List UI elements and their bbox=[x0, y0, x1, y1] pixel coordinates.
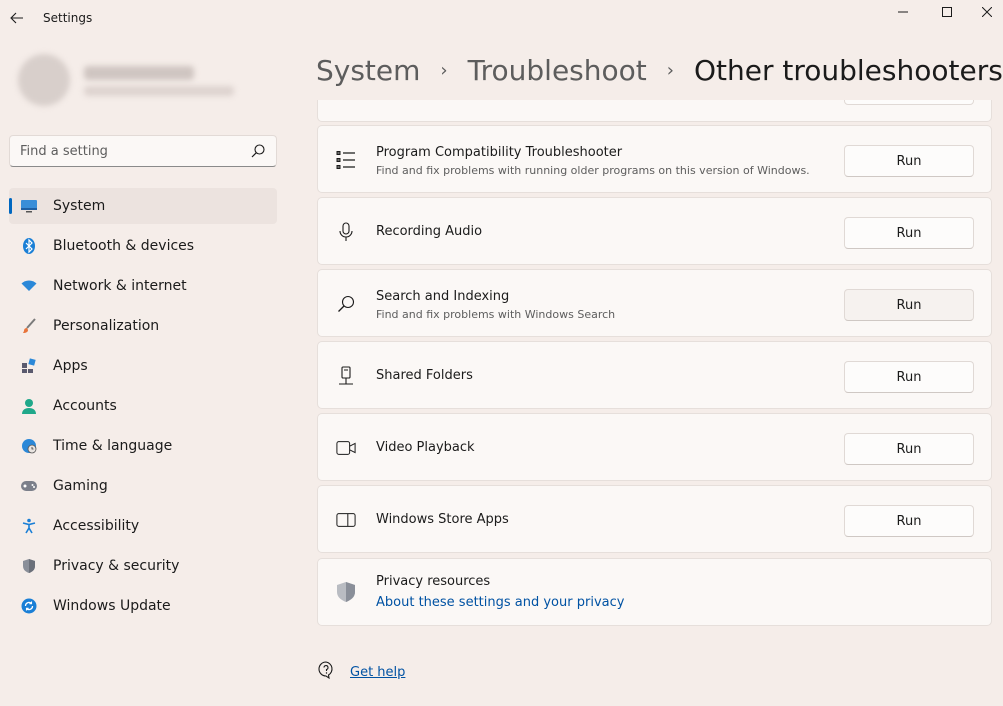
help-chat-icon bbox=[316, 660, 336, 684]
accessibility-icon bbox=[20, 517, 38, 535]
get-help-link[interactable]: Get help bbox=[350, 665, 405, 680]
minimize-icon bbox=[898, 11, 908, 13]
run-button[interactable]: Run bbox=[844, 361, 974, 393]
user-profile[interactable] bbox=[10, 48, 240, 112]
troubleshooter-list: Program Compatibility Troubleshooter Fin… bbox=[317, 100, 992, 706]
shared-folder-icon bbox=[336, 366, 356, 386]
troubleshooter-windows-store-apps: Windows Store Apps Run bbox=[317, 485, 992, 553]
page-title: Other troubleshooters bbox=[693, 53, 1003, 87]
breadcrumb-system[interactable]: System bbox=[316, 54, 420, 87]
sidebar-item-label: Bluetooth & devices bbox=[53, 238, 195, 254]
troubleshooter-title: Shared Folders bbox=[376, 368, 473, 383]
sidebar-item-label: Accounts bbox=[53, 398, 117, 414]
search-icon[interactable] bbox=[250, 143, 266, 159]
chevron-right-icon: › bbox=[666, 59, 674, 81]
list-item-partial bbox=[317, 100, 992, 122]
shield-icon bbox=[20, 557, 38, 575]
maximize-button[interactable] bbox=[924, 0, 970, 24]
troubleshooter-shared-folders: Shared Folders Run bbox=[317, 341, 992, 409]
troubleshooter-description: Find and fix problems with running older… bbox=[376, 164, 810, 177]
sidebar-item-time-language[interactable]: Time & language bbox=[9, 428, 277, 464]
video-camera-icon bbox=[336, 438, 356, 458]
troubleshooter-search-indexing: Search and Indexing Find and fix problem… bbox=[317, 269, 992, 337]
sidebar-item-label: Accessibility bbox=[53, 518, 140, 534]
privacy-title: Privacy resources bbox=[376, 574, 491, 589]
sidebar-item-accounts[interactable]: Accounts bbox=[9, 388, 277, 424]
sidebar-item-label: Network & internet bbox=[53, 278, 187, 294]
get-help: Get help bbox=[316, 660, 405, 684]
sidebar-item-system[interactable]: System bbox=[9, 188, 277, 224]
maximize-icon bbox=[942, 7, 952, 17]
troubleshooter-title: Windows Store Apps bbox=[376, 512, 509, 527]
profile-name-blurred bbox=[84, 66, 194, 80]
run-button-partial[interactable] bbox=[844, 100, 974, 105]
sidebar-item-label: Personalization bbox=[53, 318, 160, 334]
run-button[interactable]: Run bbox=[844, 433, 974, 465]
troubleshooter-title: Video Playback bbox=[376, 440, 475, 455]
sidebar-item-network[interactable]: Network & internet bbox=[9, 268, 277, 304]
title-bar: Settings bbox=[0, 0, 1003, 36]
wifi-icon bbox=[20, 277, 38, 295]
list-icon bbox=[336, 150, 356, 170]
sidebar-item-label: Privacy & security bbox=[53, 558, 180, 574]
profile-email-blurred bbox=[84, 86, 234, 96]
sidebar-item-bluetooth[interactable]: Bluetooth & devices bbox=[9, 228, 277, 264]
privacy-link[interactable]: About these settings and your privacy bbox=[376, 595, 624, 610]
back-button[interactable] bbox=[6, 6, 28, 30]
sidebar-item-apps[interactable]: Apps bbox=[9, 348, 277, 384]
search-input[interactable] bbox=[20, 143, 250, 159]
troubleshooter-program-compatibility: Program Compatibility Troubleshooter Fin… bbox=[317, 125, 992, 193]
run-button[interactable]: Run bbox=[844, 217, 974, 249]
sidebar-item-label: Windows Update bbox=[53, 598, 171, 614]
avatar bbox=[18, 54, 70, 106]
globe-clock-icon bbox=[20, 437, 38, 455]
bluetooth-icon bbox=[20, 237, 38, 255]
search-box bbox=[9, 135, 277, 167]
sidebar-item-windows-update[interactable]: Windows Update bbox=[9, 588, 277, 624]
run-button[interactable]: Run bbox=[844, 289, 974, 321]
update-icon bbox=[20, 597, 38, 615]
apps-icon bbox=[20, 357, 38, 375]
sidebar-item-gaming[interactable]: Gaming bbox=[9, 468, 277, 504]
store-window-icon bbox=[336, 510, 356, 530]
run-button[interactable]: Run bbox=[844, 505, 974, 537]
brush-icon bbox=[20, 317, 38, 335]
search-icon bbox=[336, 294, 356, 314]
sidebar-item-personalization[interactable]: Personalization bbox=[9, 308, 277, 344]
back-arrow-icon bbox=[10, 12, 23, 24]
app-title: Settings bbox=[43, 11, 93, 25]
sidebar-item-accessibility[interactable]: Accessibility bbox=[9, 508, 277, 544]
sidebar-item-label: Apps bbox=[53, 358, 88, 374]
close-button[interactable] bbox=[970, 0, 1003, 24]
close-icon bbox=[981, 7, 992, 17]
sidebar-nav: System Bluetooth & devices Network & int… bbox=[9, 188, 277, 628]
system-icon bbox=[20, 197, 38, 215]
shield-icon bbox=[336, 582, 356, 602]
troubleshooter-recording-audio: Recording Audio Run bbox=[317, 197, 992, 265]
breadcrumb-troubleshoot[interactable]: Troubleshoot bbox=[468, 54, 647, 87]
troubleshooter-title: Recording Audio bbox=[376, 224, 483, 239]
run-button[interactable]: Run bbox=[844, 145, 974, 177]
sidebar-item-privacy-security[interactable]: Privacy & security bbox=[9, 548, 277, 584]
privacy-resources: Privacy resources About these settings a… bbox=[317, 558, 992, 626]
sidebar-item-label: System bbox=[53, 198, 106, 214]
sidebar-item-label: Time & language bbox=[53, 438, 173, 454]
chevron-right-icon: › bbox=[440, 59, 448, 81]
troubleshooter-title: Program Compatibility Troubleshooter bbox=[376, 145, 623, 160]
troubleshooter-description: Find and fix problems with Windows Searc… bbox=[376, 308, 616, 321]
breadcrumb: System › Troubleshoot › Other troublesho… bbox=[316, 50, 1003, 90]
microphone-icon bbox=[336, 222, 356, 242]
troubleshooter-video-playback: Video Playback Run bbox=[317, 413, 992, 481]
troubleshooter-title: Search and Indexing bbox=[376, 289, 510, 304]
minimize-button[interactable] bbox=[880, 0, 926, 24]
gamepad-icon bbox=[20, 477, 38, 495]
sidebar-item-label: Gaming bbox=[53, 478, 108, 494]
person-icon bbox=[20, 397, 38, 415]
